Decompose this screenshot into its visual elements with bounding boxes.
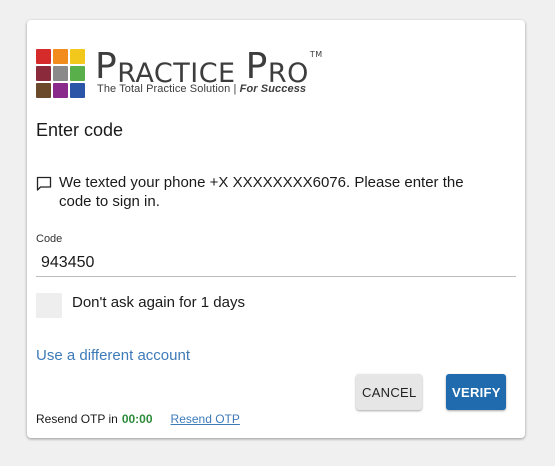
page-title: Enter code: [36, 120, 124, 140]
logo-title-initial-1: P: [95, 46, 118, 87]
logo-tile-grid: [36, 49, 85, 98]
practice-pro-logo: P RACTICE P RO TM The Total Practice Solutio…: [36, 49, 323, 99]
code-input[interactable]: [36, 250, 516, 277]
sms-notice-text: We texted your phone +X XXXXXXXX6076. Pl…: [59, 174, 464, 210]
remember-device-row[interactable]: Don't ask again for 1 days: [36, 293, 245, 318]
sign-in-card: P RACTICE P RO TM The Total Practice Solutio…: [27, 20, 525, 438]
logo-tile: [53, 66, 68, 81]
logo-tile: [36, 66, 51, 81]
logo-tile: [70, 66, 85, 81]
logo-title-rest-2: RO: [267, 58, 309, 89]
logo-title: P RACTICE P RO TM: [95, 46, 323, 90]
sms-notice: We texted your phone +X XXXXXXXX6076. Pl…: [36, 173, 496, 211]
code-field-label: Code: [36, 233, 63, 245]
logo-tile: [70, 49, 85, 64]
logo-tile: [36, 83, 51, 98]
logo-tile: [36, 49, 51, 64]
logo-trademark: TM: [309, 50, 323, 59]
remember-device-checkbox[interactable]: [36, 293, 62, 318]
use-different-account-link[interactable]: Use a different account: [36, 347, 190, 364]
verify-button[interactable]: VERIFY: [446, 374, 506, 410]
remember-device-label[interactable]: Don't ask again for 1 days: [72, 294, 245, 311]
resend-otp-link[interactable]: Resend OTP: [171, 412, 240, 426]
resend-otp-prefix: Resend OTP in: [36, 412, 118, 426]
cancel-button[interactable]: CANCEL: [356, 374, 422, 410]
chat-bubble-icon: [36, 176, 52, 191]
logo-text: P RACTICE P RO TM The Total Practice Solutio…: [95, 46, 323, 96]
resend-otp-timer: 00:00: [121, 412, 153, 426]
logo-title-rest-1: RACTICE: [117, 58, 236, 89]
logo-tile: [53, 49, 68, 64]
logo-title-initial-2: P: [245, 46, 268, 87]
logo-tile: [70, 83, 85, 98]
resend-otp-row: Resend OTP in 00:00 Resend OTP: [36, 412, 240, 426]
logo-tile: [53, 83, 68, 98]
